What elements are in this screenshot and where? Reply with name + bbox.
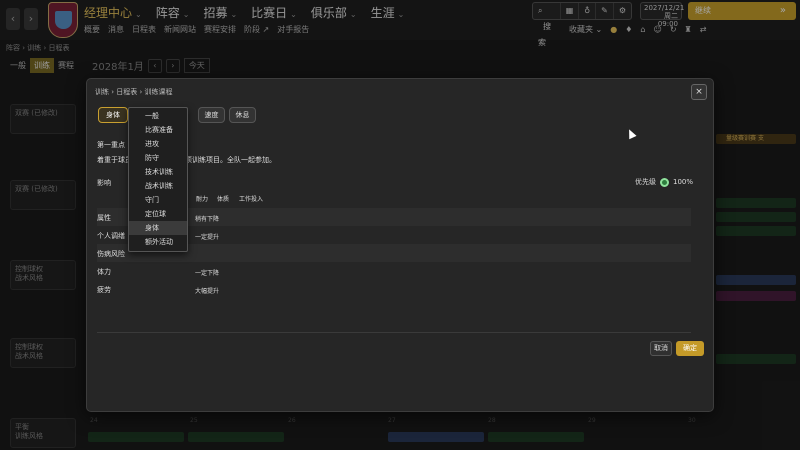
menu-item-defending[interactable]: 防守 [129, 151, 187, 165]
description-prefix: 着重于球员 [97, 156, 132, 164]
menu-item-tactical[interactable]: 战术训练 [129, 179, 187, 193]
menu-item-attacking[interactable]: 进攻 [129, 137, 187, 151]
focus-dropdown-menu: 一般 比赛准备 进攻 防守 技术训练 战术训练 守门 定位球 身体 额外活动 [128, 107, 188, 252]
menu-item-goalkeeping[interactable]: 守门 [129, 193, 187, 207]
tab-rest[interactable]: 休息 [229, 107, 256, 123]
cancel-button[interactable]: 取消 [650, 341, 672, 356]
column-header: 耐力 [196, 196, 209, 203]
close-icon[interactable]: × [691, 84, 707, 100]
divider [97, 332, 691, 333]
menu-item-set-pieces[interactable]: 定位球 [129, 207, 187, 221]
tab-physical[interactable]: 身体 [98, 107, 128, 123]
column-header: 工作投入 [239, 196, 264, 203]
menu-item-match-prep[interactable]: 比赛准备 [129, 123, 187, 137]
priority-radio-icon[interactable] [660, 177, 669, 187]
menu-item-general[interactable]: 一般 [129, 109, 187, 123]
dialog-breadcrumb: 训练 › 日程表 › 训练课程 [95, 88, 173, 96]
session-description: 项训练项目。全队一起参加。 [185, 156, 276, 164]
tab-speed[interactable]: 速度 [198, 107, 225, 123]
menu-item-technical[interactable]: 技术训练 [129, 165, 187, 179]
column-header: 体质 [217, 196, 230, 203]
impact-label: 影响 [97, 179, 111, 187]
effect-row: 疲劳 大幅提升 [97, 286, 220, 295]
effect-row: 体力 一定下降 [97, 268, 220, 277]
primary-focus-label: 第一重点 [97, 141, 125, 149]
confirm-button[interactable]: 确定 [676, 341, 704, 356]
priority-control[interactable]: 优先级 100% [635, 177, 693, 187]
menu-item-physical[interactable]: 身体 [129, 221, 187, 235]
menu-item-extra-activity[interactable]: 额外活动 [129, 235, 187, 249]
